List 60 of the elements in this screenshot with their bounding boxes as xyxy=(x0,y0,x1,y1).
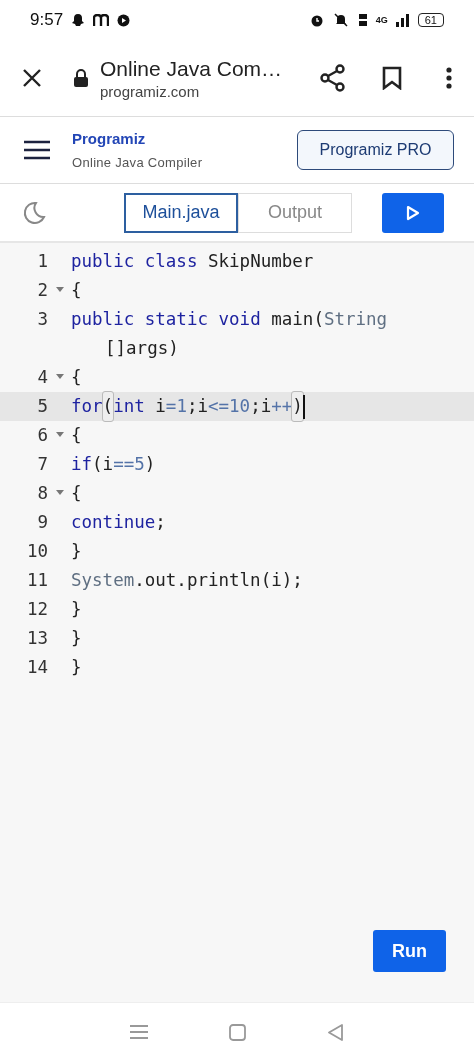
line-number: 7 xyxy=(36,453,48,476)
brand-logo[interactable]: Programiz xyxy=(72,130,297,147)
line-number: 13 xyxy=(25,627,48,650)
fold-arrow-icon[interactable] xyxy=(55,432,64,438)
pro-button[interactable]: Programiz PRO xyxy=(297,130,454,170)
line-number: 2 xyxy=(36,279,48,302)
code-line: } xyxy=(71,540,83,563)
m-logo-icon xyxy=(93,14,110,26)
page-url: programiz.com xyxy=(100,82,201,100)
line-number: 11 xyxy=(25,569,48,592)
code-line: { xyxy=(71,279,83,302)
signal-icon xyxy=(395,13,410,27)
fold-arrow-icon[interactable] xyxy=(55,287,64,293)
line-number: 6 xyxy=(36,424,48,447)
back-icon[interactable] xyxy=(326,1023,344,1041)
play-circle-icon xyxy=(117,13,131,27)
run-icon-button[interactable] xyxy=(382,192,444,233)
fold-arrow-icon[interactable] xyxy=(55,374,64,380)
file-tab[interactable]: Main.java xyxy=(124,192,238,233)
lock-icon xyxy=(74,69,88,87)
line-number: 9 xyxy=(36,511,48,534)
line-number: 10 xyxy=(25,540,48,563)
line-number: 4 xyxy=(36,366,48,389)
more-icon[interactable] xyxy=(446,67,452,89)
clock-time: 9:57 xyxy=(30,10,64,30)
code-line: public static void main(String []args) xyxy=(71,308,389,360)
line-number: 3 xyxy=(36,308,48,331)
page-title: Online Java Com… xyxy=(100,56,284,81)
bookmark-icon[interactable] xyxy=(382,66,402,90)
home-icon[interactable] xyxy=(229,1023,246,1041)
code-line: { xyxy=(71,366,83,389)
line-number: 8 xyxy=(36,482,48,505)
code-line: public class SkipNumber xyxy=(71,250,315,273)
share-icon[interactable] xyxy=(320,64,346,92)
close-icon[interactable] xyxy=(22,68,42,88)
code-line: System.out.println(i); xyxy=(71,569,304,592)
code-line: if(i==5) xyxy=(71,453,157,476)
fold-arrow-icon[interactable] xyxy=(55,490,64,496)
muted-bell-icon xyxy=(331,13,350,27)
line-number: 12 xyxy=(25,598,48,621)
code-line: { xyxy=(71,482,83,505)
line-number: 1 xyxy=(36,250,48,273)
moon-icon[interactable] xyxy=(22,200,46,225)
ghost-icon xyxy=(71,13,86,27)
code-line: } xyxy=(71,656,83,679)
code-line: continue; xyxy=(71,511,167,534)
play-icon xyxy=(406,204,420,221)
code-line: { xyxy=(71,424,83,447)
line-number: 5 xyxy=(36,395,48,418)
run-button[interactable]: Run xyxy=(373,930,446,972)
alarm-icon xyxy=(309,13,324,27)
battery-level: 61 xyxy=(417,13,444,27)
menu-icon[interactable] xyxy=(24,140,50,160)
network-type: 4G xyxy=(375,15,388,25)
code-line: } xyxy=(71,627,83,650)
code-line: for(int i=1;i<=10;i++) xyxy=(71,392,405,421)
code-line: } xyxy=(71,598,83,621)
file-tab[interactable]: Output xyxy=(238,192,352,233)
page-subtitle: Online Java Compiler xyxy=(72,155,204,170)
line-number: 14 xyxy=(25,656,48,679)
